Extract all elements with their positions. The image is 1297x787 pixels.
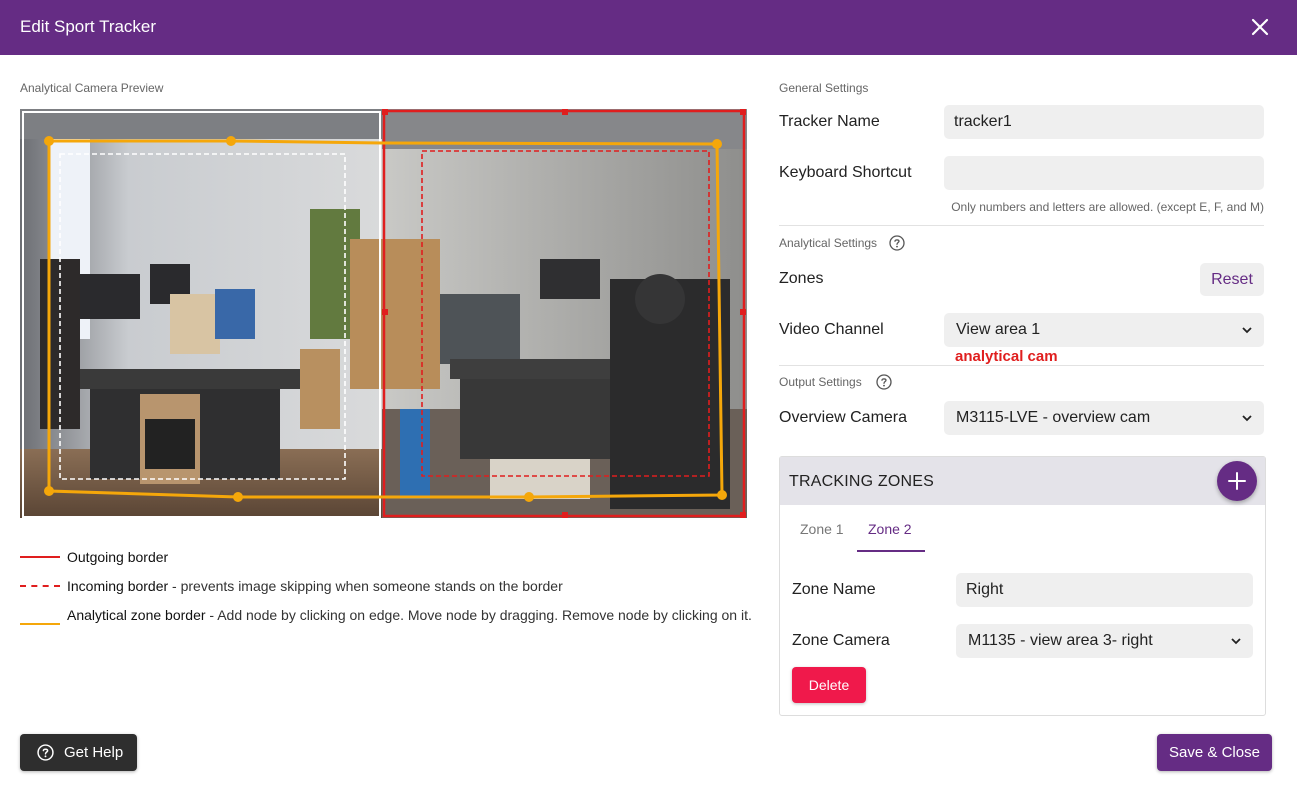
delete-zone-button[interactable]: Delete: [792, 667, 866, 703]
camera-preview-canvas[interactable]: [20, 109, 747, 518]
chevron-down-icon: [1231, 638, 1241, 645]
video-channel-label: Video Channel: [779, 321, 884, 338]
dialog-titlebar: Edit Sport Tracker: [0, 0, 1297, 55]
legend-outgoing-name: Outgoing border: [67, 549, 169, 565]
tab-zone-1[interactable]: Zone 1: [800, 521, 844, 537]
keyboard-shortcut-label: Keyboard Shortcut: [779, 164, 912, 181]
chevron-down-icon: [1242, 415, 1252, 422]
analytical-settings-label: Analytical Settings: [779, 236, 878, 250]
preview-label: Analytical Camera Preview: [20, 81, 164, 95]
help-icon: [37, 744, 54, 761]
save-close-button[interactable]: Save & Close: [1157, 734, 1272, 771]
output-settings-label: Output Settings: [779, 375, 862, 389]
dialog-title: Edit Sport Tracker: [20, 17, 157, 36]
zone-camera-value: M1135 - view area 3- right: [968, 632, 1153, 649]
output-help-icon[interactable]: [876, 374, 892, 390]
get-help-label: Get Help: [64, 744, 124, 761]
close-icon[interactable]: [1249, 16, 1271, 38]
legend-analytical-name: Analytical zone border: [67, 607, 206, 623]
video-channel-value: View area 1: [956, 321, 1041, 338]
legend-incoming-swatch: [20, 585, 60, 587]
legend-analytical-desc: - Add node by clicking on edge. Move nod…: [205, 607, 752, 623]
zone-camera-select[interactable]: M1135 - view area 3- right: [956, 624, 1253, 658]
plus-icon: [1228, 472, 1246, 490]
scene-left: [20, 109, 382, 518]
tab-zone-2[interactable]: Zone 2: [868, 521, 912, 537]
get-help-button[interactable]: Get Help: [20, 734, 137, 771]
legend-analytical-swatch: [20, 623, 60, 625]
tracker-name-input[interactable]: tracker1: [944, 105, 1264, 139]
keyboard-shortcut-input[interactable]: [944, 156, 1264, 190]
add-zone-button[interactable]: [1217, 461, 1257, 501]
zone-name-input[interactable]: Right: [956, 573, 1253, 607]
overview-camera-value: M3115-LVE - overview cam: [956, 409, 1151, 426]
reset-zones-button[interactable]: Reset: [1200, 263, 1264, 296]
scene-right: [350, 109, 747, 518]
chevron-down-icon: [1242, 327, 1252, 334]
legend-incoming-name: Incoming border: [67, 578, 169, 594]
video-channel-select[interactable]: View area 1: [944, 313, 1264, 347]
analytical-cam-note: analytical cam: [955, 348, 1058, 365]
divider: [779, 365, 1264, 366]
analytical-help-icon[interactable]: [889, 235, 905, 251]
overview-camera-select[interactable]: M3115-LVE - overview cam: [944, 401, 1264, 435]
tracking-zones-title: TRACKING ZONES: [789, 473, 935, 490]
legend-incoming-desc: - prevents image skipping when someone s…: [168, 578, 563, 594]
overview-camera-label: Overview Camera: [779, 409, 908, 426]
active-tab-indicator: [857, 550, 925, 552]
tracker-name-label: Tracker Name: [779, 113, 880, 130]
tracking-zones-header: TRACKING ZONES: [780, 457, 1265, 505]
zones-label: Zones: [779, 270, 824, 287]
legend-outgoing-swatch: [20, 556, 60, 558]
zone-camera-label: Zone Camera: [792, 632, 890, 649]
general-settings-label: General Settings: [779, 81, 869, 95]
divider: [779, 225, 1264, 226]
zone-name-label: Zone Name: [792, 581, 876, 598]
camera-preview[interactable]: [20, 109, 747, 518]
keyboard-shortcut-hint: Only numbers and letters are allowed. (e…: [951, 200, 1264, 214]
